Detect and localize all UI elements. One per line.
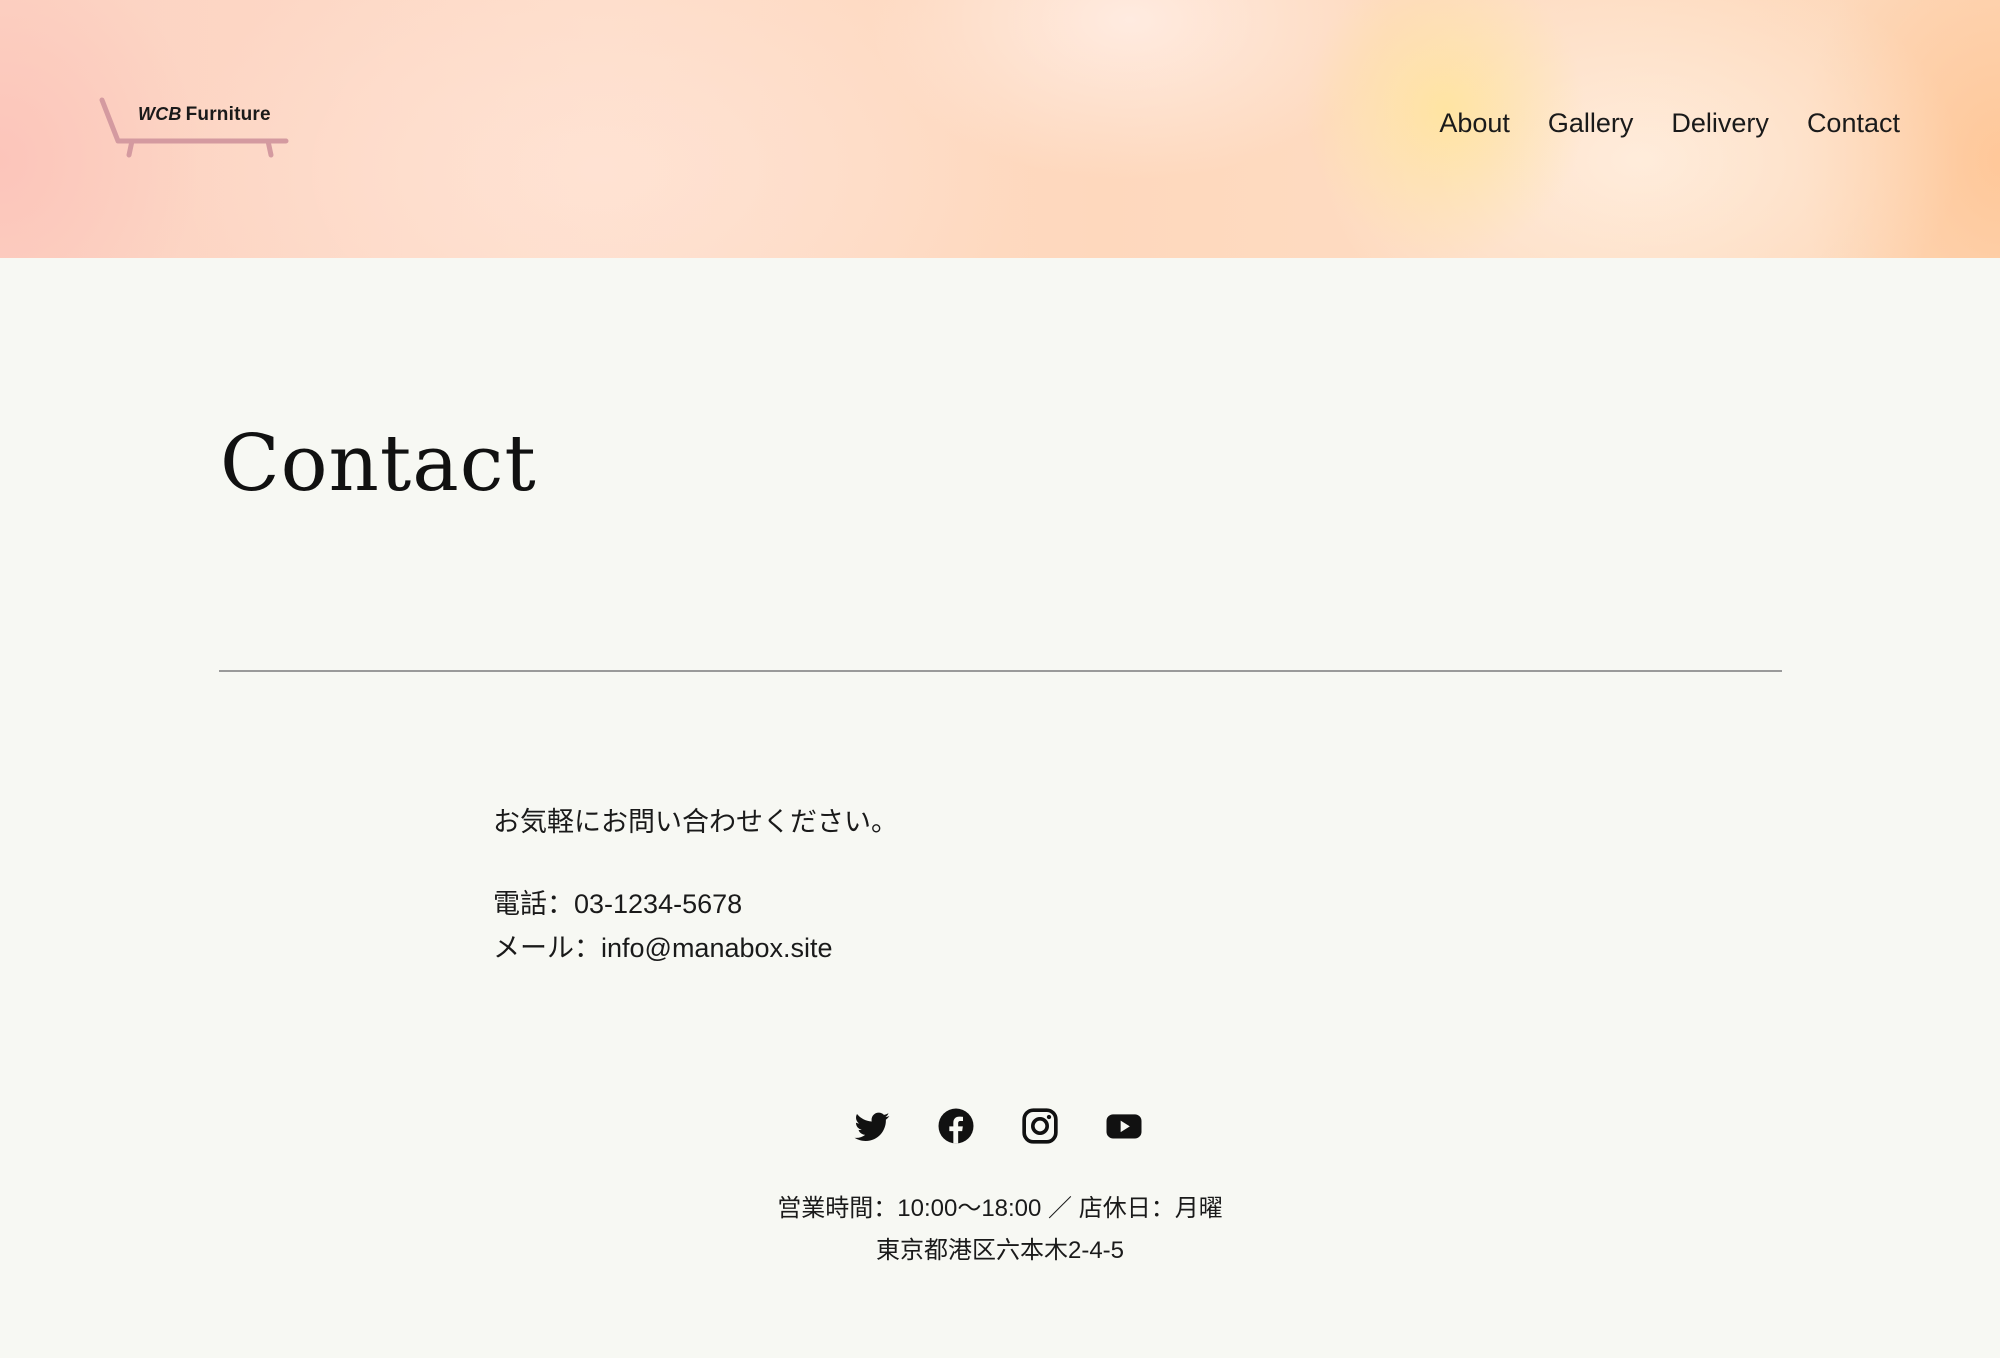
instagram-icon[interactable] — [1020, 1106, 1060, 1146]
contact-phone: 電話：03-1234-5678 — [493, 889, 743, 919]
contact-info: お気軽にお問い合わせください。 電話：03-1234-5678 メール：info… — [493, 800, 898, 970]
facebook-icon[interactable] — [936, 1106, 976, 1146]
twitter-icon[interactable] — [852, 1106, 892, 1146]
page-title: Contact — [220, 419, 537, 509]
logo-brand-mark: WCB — [138, 104, 182, 124]
site-logo[interactable]: WCB Furniture — [98, 96, 290, 162]
nav-about[interactable]: About — [1439, 108, 1510, 139]
social-links — [852, 1106, 1144, 1146]
main-nav: About Gallery Delivery Contact — [1439, 108, 1900, 139]
title-divider — [219, 670, 1782, 672]
footer-info: 営業時間：10:00〜18:00 ／ 店休日：月曜 東京都港区六本木2-4-5 — [0, 1188, 2000, 1272]
contact-intro: お気軽にお問い合わせください。 — [493, 807, 898, 837]
nav-contact[interactable]: Contact — [1807, 108, 1900, 139]
logo-brand-name: Furniture — [185, 104, 271, 125]
contact-email: メール：info@manabox.site — [493, 933, 833, 963]
nav-gallery[interactable]: Gallery — [1548, 108, 1634, 139]
nav-delivery[interactable]: Delivery — [1671, 108, 1769, 139]
youtube-icon[interactable] — [1104, 1106, 1144, 1146]
store-address: 東京都港区六本木2-4-5 — [875, 1237, 1125, 1264]
business-hours: 営業時間：10:00〜18:00 ／ 店休日：月曜 — [777, 1195, 1223, 1222]
site-header: WCB Furniture About Gallery Delivery Cont… — [0, 0, 2000, 258]
logo-text: WCB Furniture — [138, 104, 271, 126]
